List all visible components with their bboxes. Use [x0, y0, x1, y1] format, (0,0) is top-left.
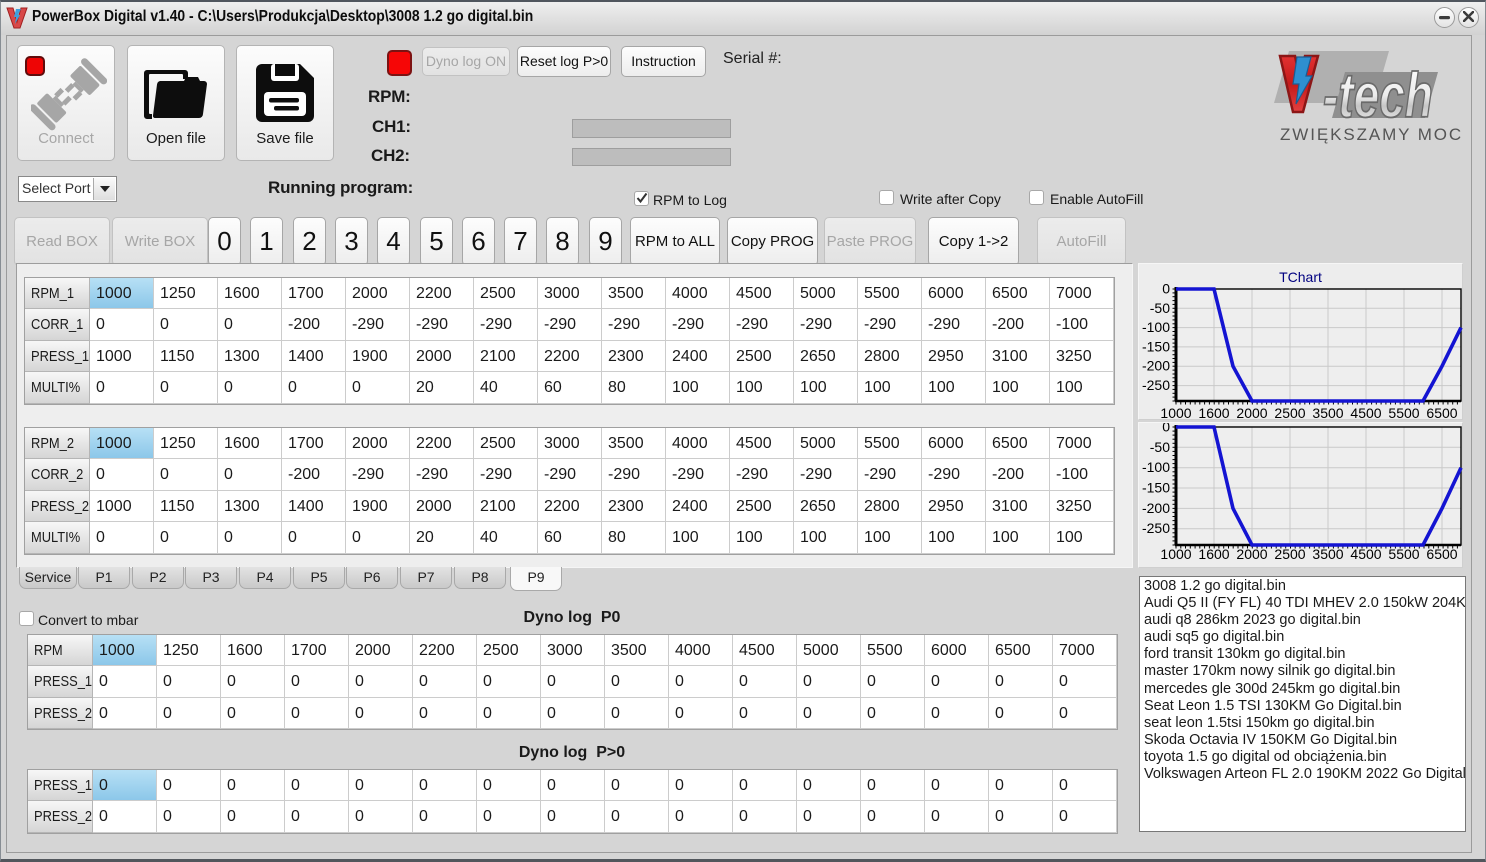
- svg-text:1600: 1600: [1198, 546, 1229, 562]
- svg-text:4500: 4500: [1350, 546, 1381, 562]
- svg-text:1000: 1000: [1160, 405, 1191, 421]
- svg-text:0: 0: [1162, 281, 1170, 297]
- svg-text:5500: 5500: [1388, 405, 1419, 421]
- svg-text:6500: 6500: [1426, 405, 1457, 421]
- svg-text:1600: 1600: [1198, 405, 1229, 421]
- svg-text:-250: -250: [1142, 520, 1170, 536]
- svg-text:3500: 3500: [1312, 405, 1343, 421]
- svg-text:-100: -100: [1142, 319, 1170, 335]
- svg-text:2000: 2000: [1236, 405, 1267, 421]
- svg-text:-250: -250: [1142, 377, 1170, 393]
- svg-text:6500: 6500: [1426, 546, 1457, 562]
- svg-text:-tech: -tech: [1323, 60, 1433, 131]
- svg-text:1000: 1000: [1160, 546, 1191, 562]
- svg-text:2500: 2500: [1274, 405, 1305, 421]
- svg-text:-200: -200: [1142, 500, 1170, 516]
- svg-text:4500: 4500: [1350, 405, 1381, 421]
- svg-text:3500: 3500: [1312, 546, 1343, 562]
- svg-text:-150: -150: [1142, 338, 1170, 354]
- svg-text:2000: 2000: [1236, 546, 1267, 562]
- svg-text:ZWIĘKSZAMY MOC: ZWIĘKSZAMY MOC: [1280, 125, 1463, 144]
- svg-text:-50: -50: [1150, 439, 1170, 455]
- svg-text:-200: -200: [1142, 358, 1170, 374]
- svg-text:-100: -100: [1142, 459, 1170, 475]
- svg-text:5500: 5500: [1388, 546, 1419, 562]
- svg-text:2500: 2500: [1274, 546, 1305, 562]
- svg-text:0: 0: [1162, 423, 1170, 435]
- svg-text:-50: -50: [1150, 300, 1170, 316]
- svg-text:-150: -150: [1142, 480, 1170, 496]
